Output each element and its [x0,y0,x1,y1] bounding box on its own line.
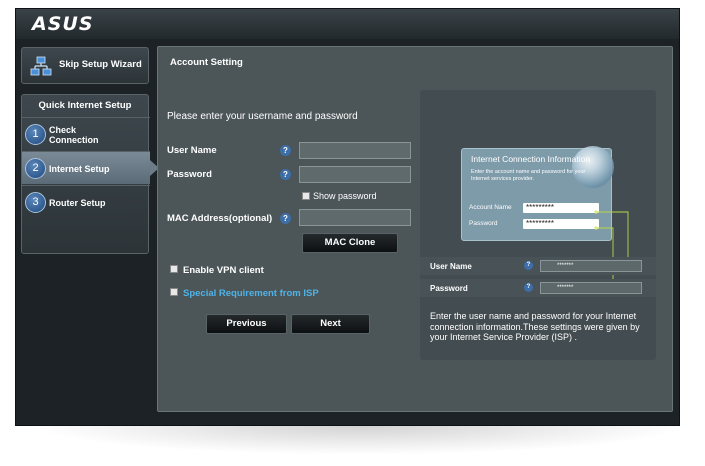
skip-setup-wizard-label: Skip Setup Wizard [59,59,142,70]
step-number-2: 2 [25,158,46,179]
router-ui-frame: ASUS Skip Setup Wizard Quick Internet Se… [15,8,680,426]
info-password-field: ******* [540,282,642,294]
username-label: User Name [167,145,217,156]
next-button[interactable]: Next [291,314,370,334]
step-label: Router Setup [49,198,106,208]
previous-button[interactable]: Previous [206,314,287,334]
step-check-connection[interactable]: 1 Check Connection [22,117,150,150]
help-icon: ? [524,261,533,270]
help-icon[interactable]: ? [280,145,291,156]
asus-logo: ASUS [32,13,94,35]
network-icon [30,56,52,76]
header-bar: ASUS [16,9,679,39]
frame-shadow [30,425,690,455]
page-title: Account Setting [170,57,243,68]
instruction-text: Please enter your username and password [167,111,358,122]
isp-requirement-link[interactable]: Special Requirement from ISP [183,288,319,299]
qis-title: Quick Internet Setup [38,100,132,111]
password-label: Password [167,169,212,180]
step-label: Internet Setup [49,164,110,174]
step-number-3: 3 [25,192,46,213]
step-router-setup[interactable]: 3 Router Setup [22,185,150,218]
show-password-label: Show password [313,191,377,201]
account-setting-panel: Account Setting Please enter your userna… [157,46,673,412]
mac-address-input[interactable] [299,209,411,226]
isp-requirement-checkbox[interactable] [170,288,178,296]
info-username-field: ******* [540,260,642,272]
step-label-line2: Connection [49,135,99,145]
password-input[interactable] [299,166,411,183]
show-password-checkbox[interactable] [302,192,310,200]
info-username-row: User Name ? ******* [420,257,656,275]
help-icon[interactable]: ? [280,169,291,180]
vpn-checkbox[interactable] [170,265,178,273]
username-input[interactable] [299,142,411,159]
help-icon[interactable]: ? [280,213,291,224]
skip-setup-wizard-button[interactable]: Skip Setup Wizard [21,47,149,84]
step-number-1: 1 [25,124,46,145]
step-internet-setup[interactable]: 2 Internet Setup [22,151,159,184]
step-label-line1: Check [49,125,77,135]
mac-clone-button[interactable]: MAC Clone [302,233,398,253]
info-username-label: User Name [430,262,472,271]
mac-address-label: MAC Address(optional) [167,213,273,224]
quick-internet-setup-panel: Quick Internet Setup 1 Check Connection … [21,94,159,254]
help-text: Enter the user name and password for you… [430,311,640,342]
vpn-label: Enable VPN client [183,265,264,276]
help-info-panel: Internet Connection Information Enter th… [420,90,656,360]
info-password-label: Password [430,284,468,293]
help-icon: ? [524,283,533,292]
info-password-row: Password ? ******* [420,279,656,297]
